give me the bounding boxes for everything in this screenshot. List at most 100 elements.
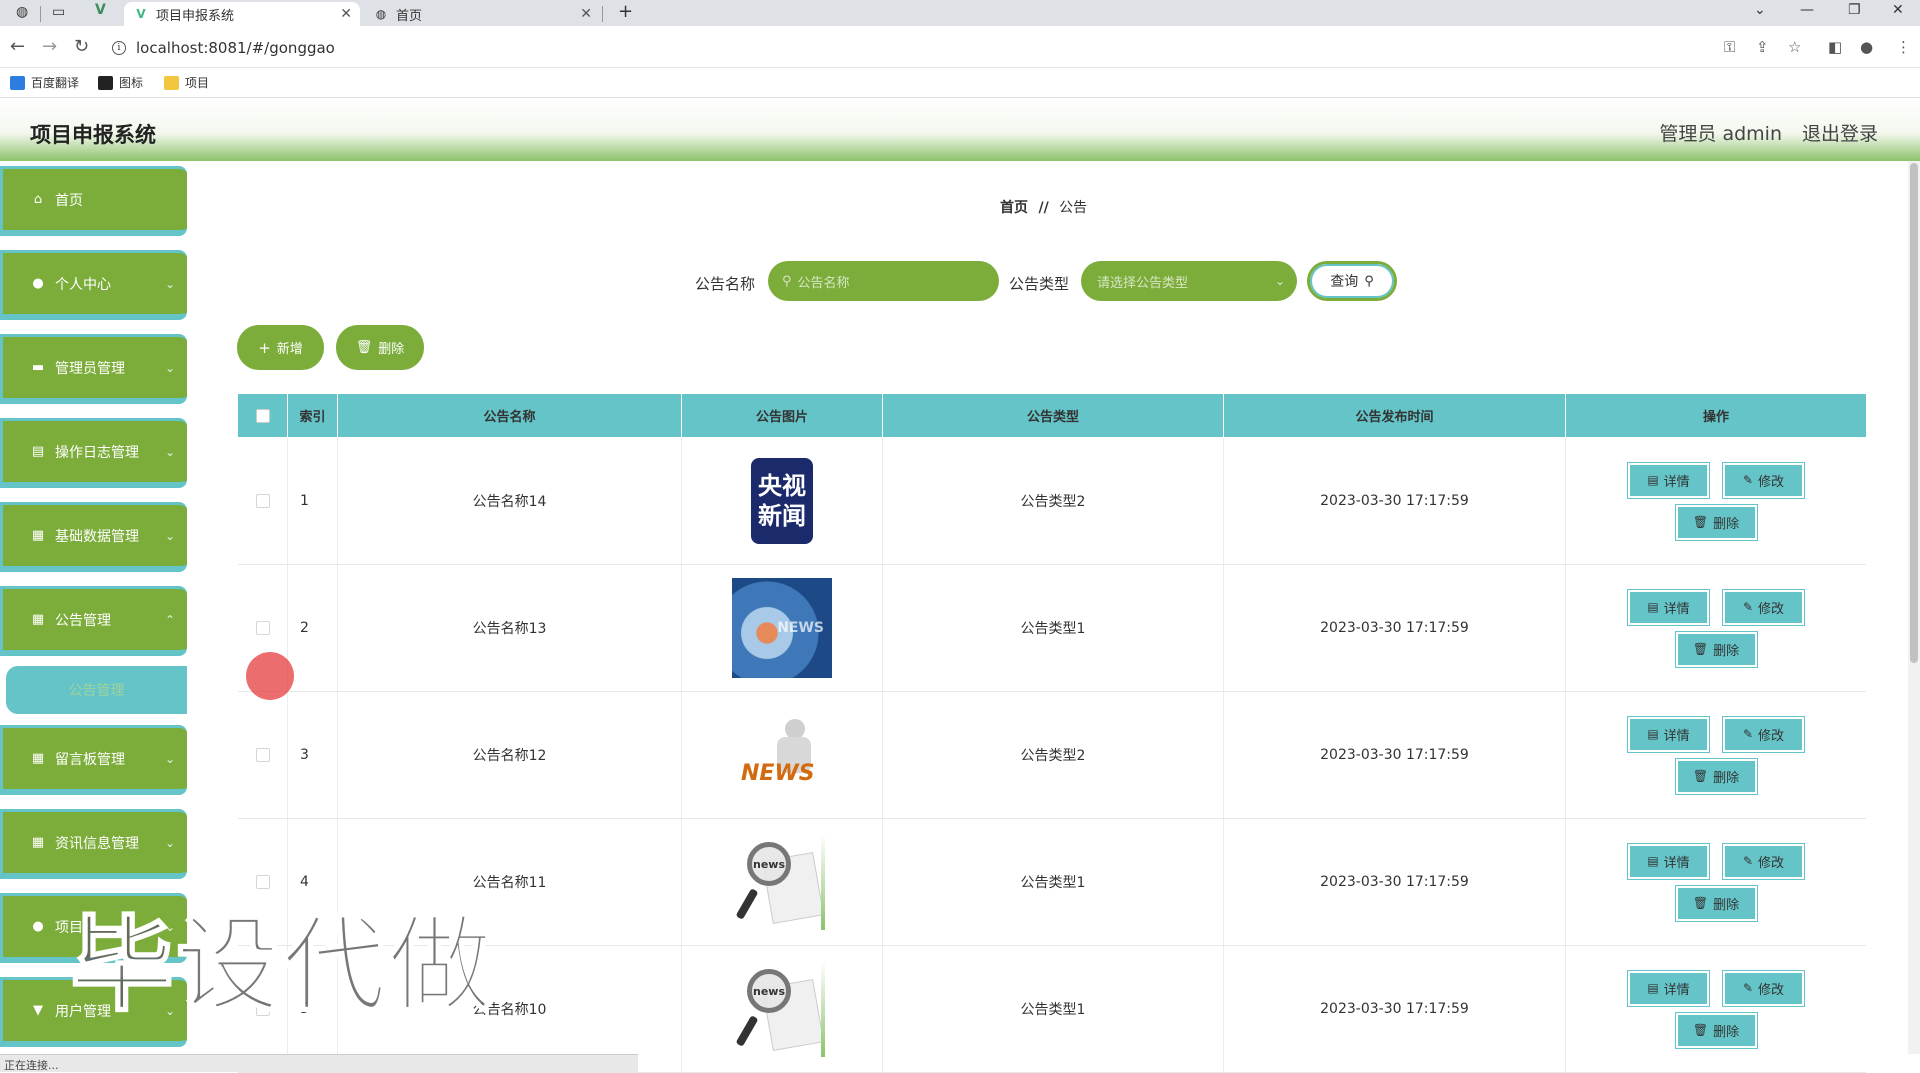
column-header-time: 公告发布时间 <box>1224 394 1566 437</box>
query-button[interactable]: 查询 ⚲ <box>1307 261 1397 301</box>
search-icon: ⚲ <box>1364 273 1374 289</box>
tab-project-system[interactable]: V 项目申报系统 ✕ <box>124 2 360 26</box>
tab-search-icon[interactable]: ⌄ <box>1754 2 1766 18</box>
batch-delete-button[interactable]: 🗑 删除 <box>336 325 424 370</box>
grid-icon: ▦ <box>31 835 45 850</box>
announcement-type-select[interactable]: 请选择公告类型 ⌄ <box>1081 261 1297 301</box>
tab-home[interactable]: ◍ 首页 ✕ <box>364 2 600 26</box>
detail-button[interactable]: ▤ 详情 <box>1628 589 1709 625</box>
row-type: 公告类型2 <box>883 438 1224 564</box>
row-index: 1 <box>288 438 338 564</box>
info-icon[interactable]: i <box>112 41 126 55</box>
document-icon: ▤ <box>1647 473 1659 487</box>
delete-button[interactable]: 🗑 删除 <box>1675 885 1757 921</box>
row-checkbox[interactable] <box>255 621 270 635</box>
detail-button[interactable]: ▤ 详情 <box>1628 716 1709 752</box>
breadcrumb-home[interactable]: 首页 <box>1000 200 1028 216</box>
detail-button[interactable]: ▤ 详情 <box>1628 970 1709 1006</box>
delete-button[interactable]: 🗑 删除 <box>1675 631 1757 667</box>
edit-button[interactable]: ✎ 修改 <box>1723 970 1804 1006</box>
back-icon[interactable]: ← <box>10 36 25 57</box>
vue-tab-icon[interactable]: V <box>95 2 106 18</box>
share-icon[interactable]: ⇪ <box>1756 38 1769 56</box>
column-header-type: 公告类型 <box>883 394 1224 437</box>
url-field[interactable]: i localhost:8081/#/gonggao <box>112 36 335 60</box>
delete-button[interactable]: 🗑 删除 <box>1675 758 1757 794</box>
select-placeholder: 请选择公告类型 <box>1097 275 1189 291</box>
table-header: 索引 公告名称 公告图片 公告类型 公告发布时间 操作 <box>238 394 1866 437</box>
forward-icon[interactable]: → <box>42 36 57 57</box>
news-magnifier-image: news <box>732 832 832 932</box>
document-icon: ▤ <box>1647 981 1659 995</box>
sidebar-item-operation-log[interactable]: ▤ 操作日志管理 ⌄ <box>0 418 187 488</box>
chevron-down-icon: ⌄ <box>164 835 175 850</box>
row-actions: ▤ 详情 ✎ 修改 🗑 删除 <box>1566 565 1866 691</box>
sidebar-item-home[interactable]: ⌂ 首页 <box>0 166 187 236</box>
blank-tab-icon[interactable]: ▭ <box>52 4 65 20</box>
row-select-cell <box>238 438 288 564</box>
close-window-button[interactable]: ✕ <box>1892 2 1904 18</box>
reload-icon[interactable]: ↻ <box>74 36 89 57</box>
globe-icon[interactable]: ◍ <box>16 4 28 20</box>
edit-button[interactable]: ✎ 修改 <box>1723 589 1804 625</box>
sidepanel-icon[interactable]: ◧ <box>1828 38 1842 56</box>
tab-title: 首页 <box>396 8 423 24</box>
edit-button[interactable]: ✎ 修改 <box>1723 716 1804 752</box>
sidebar-item-news-management[interactable]: ▦ 资讯信息管理 ⌄ <box>0 809 187 879</box>
row-index: 2 <box>288 565 338 691</box>
row-actions: ▤ 详情 ✎ 修改 🗑 删除 <box>1566 819 1866 945</box>
sidebar-item-announcement-management[interactable]: ▦ 公告管理 ⌃ <box>0 586 187 656</box>
row-checkbox[interactable] <box>255 748 270 762</box>
sidebar-item-personal-center[interactable]: ● 个人中心 ⌄ <box>0 250 187 320</box>
announcement-name-input[interactable]: ⚲ 公告名称 <box>768 261 999 301</box>
delete-button[interactable]: 🗑 删除 <box>1675 504 1757 540</box>
row-checkbox[interactable] <box>255 494 270 508</box>
plus-icon: + <box>258 338 271 357</box>
bookmarks-bar: 百度翻译 图标 项目 <box>0 68 1920 98</box>
close-tab-icon[interactable]: ✕ <box>340 6 352 22</box>
sidebar-item-message-board[interactable]: ▦ 留言板管理 ⌄ <box>0 725 187 795</box>
url-text: localhost:8081/#/gonggao <box>136 39 335 57</box>
sidebar-item-admin-management[interactable]: ▬ 管理员管理 ⌄ <box>0 334 187 404</box>
trash-icon: 🗑 <box>355 340 373 355</box>
detail-button[interactable]: ▤ 详情 <box>1628 843 1709 879</box>
column-header-actions: 操作 <box>1702 410 1729 425</box>
chevron-down-icon: ⌄ <box>164 276 175 291</box>
grid-icon: ▦ <box>31 612 45 627</box>
profile-icon[interactable]: ● <box>1860 38 1873 56</box>
key-icon[interactable]: ⚿ <box>1724 38 1735 56</box>
select-all-checkbox[interactable] <box>255 408 270 423</box>
edit-button[interactable]: ✎ 修改 <box>1723 462 1804 498</box>
grid-icon: ▦ <box>31 528 45 543</box>
delete-button[interactable]: 🗑 删除 <box>1675 1012 1757 1048</box>
restore-button[interactable]: ❐ <box>1848 2 1861 18</box>
image-icon <box>98 75 113 90</box>
logout-link[interactable]: 退出登录 <box>1802 119 1878 146</box>
close-tab-icon[interactable]: ✕ <box>580 6 592 22</box>
pencil-icon: ✎ <box>1742 981 1754 995</box>
chevron-down-icon: ⌄ <box>164 360 175 375</box>
sidebar-subitem-announcement[interactable]: 公告管理 <box>6 666 187 714</box>
browser-tab-bar: ◍ ▭ V V 项目申报系统 ✕ ◍ 首页 ✕ + ⌄ — ❐ ✕ <box>0 0 1920 26</box>
new-tab-button[interactable]: + <box>618 1 633 22</box>
row-name: 公告名称13 <box>338 565 682 691</box>
row-image-cell: news <box>682 819 883 945</box>
star-icon[interactable]: ☆ <box>1788 38 1801 56</box>
detail-button[interactable]: ▤ 详情 <box>1628 462 1709 498</box>
table-row: 2 公告名称13 NEWS 公告类型1 2023-03-30 17:17:59 ▤ 详情 ✎ 修… <box>238 565 1866 692</box>
menu-icon[interactable]: ⋮ <box>1896 38 1911 56</box>
scrollbar-thumb[interactable] <box>1910 163 1918 663</box>
sidebar-item-basic-data[interactable]: ▦ 基础数据管理 ⌄ <box>0 502 187 572</box>
bookmark-baidu-translate[interactable]: 百度翻译 <box>10 74 79 91</box>
row-type: 公告类型1 <box>883 819 1224 945</box>
bookmark-icons[interactable]: 图标 <box>98 74 143 91</box>
add-button[interactable]: + 新增 <box>237 325 324 370</box>
minimize-button[interactable]: — <box>1800 2 1814 18</box>
bookmark-project[interactable]: 项目 <box>164 74 209 91</box>
row-type: 公告类型1 <box>883 565 1224 691</box>
edit-button[interactable]: ✎ 修改 <box>1723 843 1804 879</box>
news-figure-image: NEWS <box>732 705 832 805</box>
row-image-cell: 央视 新闻 <box>682 438 883 564</box>
search-icon: ⚲ <box>782 273 792 289</box>
folder-icon <box>164 75 179 90</box>
